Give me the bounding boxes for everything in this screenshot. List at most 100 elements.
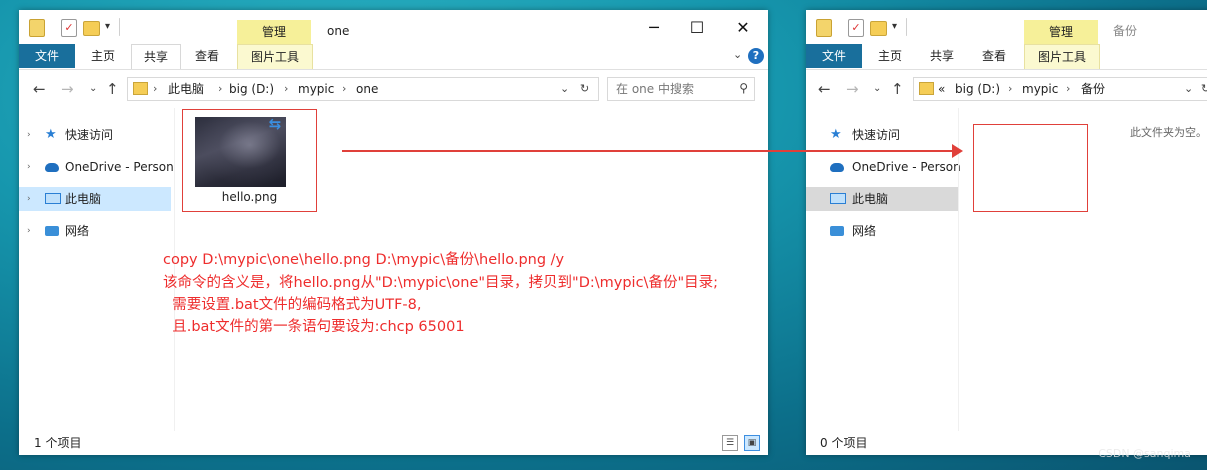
nav-label: OneDrive - Person <box>65 160 174 174</box>
item-count: 0 个项目 <box>820 436 868 450</box>
computer-icon <box>45 193 61 204</box>
help-icon[interactable]: ? <box>748 48 764 64</box>
nav-label: 网络 <box>852 224 877 238</box>
annotation-line-4: 且.bat文件的第一条语句要设为:chcp 65001 <box>163 319 465 335</box>
address-bar[interactable]: › 此电脑 › big (D:) › mypic › one ⌄ ↻ <box>127 77 599 101</box>
tab-share[interactable]: 共享 <box>131 44 181 69</box>
close-button[interactable]: ✕ <box>723 16 763 40</box>
navigation-pane: ★ 快速访问 OneDrive - Person 此电脑 网络 <box>806 115 961 431</box>
folder-icon <box>133 82 148 95</box>
up-arrow-icon[interactable]: ↑ <box>891 80 904 98</box>
annotation-line-2: 该命令的含义是，将hello.png从"D:\mypic\one"目录，拷贝到"… <box>163 275 718 291</box>
properties-icon[interactable] <box>29 19 45 37</box>
search-placeholder: 在 one 中搜索 <box>616 82 694 96</box>
details-view-icon[interactable]: ☰ <box>722 435 738 451</box>
manage-tab[interactable]: 管理 <box>237 20 311 44</box>
breadcrumb-overflow[interactable]: « <box>938 78 945 100</box>
copy-arrow-line <box>342 150 954 152</box>
cloud-icon <box>45 163 59 172</box>
nav-quick-access[interactable]: ★ 快速访问 <box>806 123 958 147</box>
forward-arrow-icon[interactable]: → <box>846 80 859 98</box>
navigation-bar: ← → ⌄ ↑ › 此电脑 › big (D:) › mypic › one ⌄… <box>19 70 768 108</box>
address-bar[interactable]: « big (D:) › mypic › 备份 ⌄ ↻ <box>913 77 1207 101</box>
refresh-icon[interactable]: ↻ <box>1201 78 1207 100</box>
explorer-window-backup: ✓ ▾ 管理 备份 文件 主页 共享 查看 图片工具 ← → ⌄ ↑ « big… <box>806 10 1207 455</box>
recent-chevron-icon[interactable]: ⌄ <box>873 83 881 94</box>
tab-home[interactable]: 主页 <box>866 44 914 68</box>
breadcrumb-one[interactable]: one <box>356 78 378 100</box>
nav-label: 快速访问 <box>852 128 901 142</box>
large-icons-view-icon[interactable]: ▣ <box>744 435 760 451</box>
nav-onedrive[interactable]: › OneDrive - Person <box>19 155 174 179</box>
recent-chevron-icon[interactable]: ⌄ <box>89 83 97 94</box>
tab-view[interactable]: 查看 <box>183 44 231 68</box>
breadcrumb-drive[interactable]: big (D:) <box>229 78 274 100</box>
arrow-head-icon <box>952 144 963 158</box>
tab-file[interactable]: 文件 <box>19 44 75 68</box>
chevron-down-icon[interactable]: ▾ <box>105 21 115 37</box>
nav-label: 此电脑 <box>852 192 889 206</box>
tab-picture-tools[interactable]: 图片工具 <box>1024 44 1100 69</box>
nav-network[interactable]: 网络 <box>806 219 958 243</box>
nav-network[interactable]: › 网络 <box>19 219 174 243</box>
breadcrumb-drive[interactable]: big (D:) <box>955 78 1000 100</box>
tab-share[interactable]: 共享 <box>918 44 966 68</box>
annotation-line-1: copy D:\mypic\one\hello.png D:\mypic\备份\… <box>163 252 565 268</box>
copy-target-highlight <box>973 124 1088 212</box>
star-icon: ★ <box>830 127 842 142</box>
checkmark-icon[interactable]: ✓ <box>61 19 77 37</box>
breadcrumb-separator: › <box>153 82 158 95</box>
search-input[interactable]: 在 one 中搜索 ⚲ <box>607 77 755 101</box>
expand-arrow-icon[interactable]: › <box>27 155 31 179</box>
minimize-button[interactable]: ─ <box>634 16 674 40</box>
new-folder-icon[interactable] <box>870 21 887 36</box>
manage-tab[interactable]: 管理 <box>1024 20 1098 44</box>
address-dropdown-icon[interactable]: ⌄ <box>560 78 569 100</box>
chevron-down-icon[interactable]: ▾ <box>892 21 902 37</box>
tab-view[interactable]: 查看 <box>970 44 1018 68</box>
nav-label: 快速访问 <box>65 128 114 142</box>
annotation-line-3: 需要设置.bat文件的编码格式为UTF-8, <box>163 297 422 313</box>
chevron-down-icon[interactable]: ⌄ <box>733 48 742 61</box>
back-arrow-icon[interactable]: ← <box>33 80 46 98</box>
tab-home[interactable]: 主页 <box>79 44 127 68</box>
maximize-button[interactable]: ☐ <box>677 16 717 40</box>
title-bar: ✓ ▾ 管理 one ─ ☐ ✕ <box>19 10 768 44</box>
address-dropdown-icon[interactable]: ⌄ <box>1184 78 1193 100</box>
expand-arrow-icon[interactable]: › <box>27 187 31 211</box>
breadcrumb-mypic[interactable]: mypic <box>298 78 334 100</box>
expand-arrow-icon[interactable]: › <box>27 123 31 147</box>
breadcrumb-separator: › <box>1066 82 1071 95</box>
nav-onedrive[interactable]: OneDrive - Person <box>806 155 961 179</box>
breadcrumb-mypic[interactable]: mypic <box>1022 78 1058 100</box>
up-arrow-icon[interactable]: ↑ <box>106 80 119 98</box>
empty-folder-message: 此文件夹为空。 <box>1130 126 1207 139</box>
item-count: 1 个项目 <box>34 436 82 450</box>
expand-arrow-icon[interactable]: › <box>27 219 31 243</box>
nav-label: OneDrive - Person <box>852 160 961 174</box>
nav-quick-access[interactable]: › ★ 快速访问 <box>19 123 174 147</box>
breadcrumb-separator: › <box>218 82 223 95</box>
explorer-window-one: ✓ ▾ 管理 one ─ ☐ ✕ 文件 主页 共享 查看 图片工具 ⌄ ? ← … <box>19 10 768 455</box>
tab-file[interactable]: 文件 <box>806 44 862 68</box>
checkmark-icon[interactable]: ✓ <box>848 19 864 37</box>
nav-this-pc[interactable]: › 此电脑 <box>19 187 171 211</box>
cloud-icon <box>830 163 844 172</box>
nav-label: 网络 <box>65 224 90 238</box>
divider <box>119 18 120 36</box>
breadcrumb-this-pc[interactable]: 此电脑 <box>168 78 204 100</box>
nav-this-pc[interactable]: 此电脑 <box>806 187 958 211</box>
navigation-bar: ← → ⌄ ↑ « big (D:) › mypic › 备份 ⌄ ↻ <box>806 70 1207 108</box>
watermark: CSDN @sanqima <box>1098 447 1191 460</box>
back-arrow-icon[interactable]: ← <box>818 80 831 98</box>
new-folder-icon[interactable] <box>83 21 100 36</box>
pane-divider[interactable] <box>174 108 175 431</box>
file-item-hello-png[interactable]: ⇆ hello.png <box>182 109 317 212</box>
tab-picture-tools[interactable]: 图片工具 <box>237 44 313 69</box>
forward-arrow-icon[interactable]: → <box>61 80 74 98</box>
divider <box>906 18 907 36</box>
nav-label: 此电脑 <box>65 192 102 206</box>
properties-icon[interactable] <box>816 19 832 37</box>
breadcrumb-backup[interactable]: 备份 <box>1081 78 1105 100</box>
refresh-icon[interactable]: ↻ <box>580 78 589 100</box>
